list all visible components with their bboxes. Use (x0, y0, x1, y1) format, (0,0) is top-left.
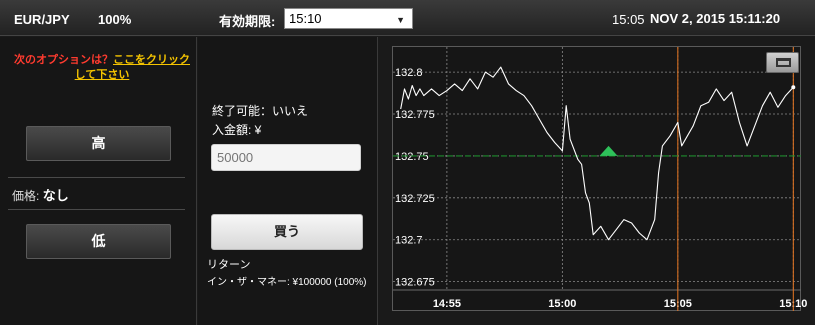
promo-question: 次のオプションは？ (14, 54, 113, 66)
chart-panel: 132.8 132.775 132.75 132.725 132.7 132.675 14:… (379, 37, 815, 325)
y-tick-label: 132.7 (395, 235, 423, 247)
high-button[interactable]: 高 (26, 126, 171, 161)
last-price-dot (791, 85, 796, 90)
early-close-value: いいえ (272, 104, 309, 118)
chevron-down-icon: ▼ (396, 15, 405, 25)
x-tick-label: 14:55 (433, 298, 461, 310)
early-close-row: 終了可能：いいえ (212, 102, 308, 119)
current-chart-time: 15:05 (612, 12, 645, 27)
divider (8, 177, 185, 178)
expiry-select-value: 15:10 (289, 11, 322, 26)
price-chart[interactable]: 132.8 132.775 132.75 132.725 132.7 132.675 14:… (379, 37, 815, 325)
y-tick-label: 132.675 (395, 277, 435, 289)
price-series-line (400, 66, 794, 241)
entry-up-arrow-icon (599, 145, 618, 156)
expiry-label: 有効期限: (219, 14, 276, 29)
divider (8, 209, 185, 210)
currency-pair: EUR/JPY (14, 12, 70, 27)
deposit-label: 入金額: ¥ (212, 123, 262, 137)
low-button[interactable]: 低 (26, 224, 171, 259)
y-tick-label: 132.75 (395, 151, 429, 163)
y-tick-label: 132.775 (395, 109, 435, 121)
x-tick-label: 15:00 (548, 298, 576, 310)
payout-rate: 100% (98, 12, 132, 27)
early-close-label: 終了可能： (212, 104, 273, 118)
return-value: イン・ザ・マネー: ¥100000 (100%) (207, 277, 367, 288)
chart-type-toggle[interactable] (766, 52, 799, 73)
return-label: リターン (207, 259, 251, 271)
top-bar: EUR/JPY 100% 有効期限: 15:10 ▼ 15:05 NOV 2, … (0, 0, 815, 36)
y-tick-label: 132.8 (395, 67, 423, 79)
price-row: 価格: なし (12, 185, 69, 204)
next-option-promo: 次のオプションは？ここをクリックして下さい (12, 53, 192, 83)
expiry-select[interactable]: 15:10 ▼ (284, 8, 413, 29)
buy-button[interactable]: 買う (211, 214, 363, 250)
price-value: なし (42, 188, 69, 203)
amount-input[interactable] (211, 144, 361, 171)
y-tick-label: 132.725 (395, 193, 435, 205)
server-clock: NOV 2, 2015 15:11:20 (650, 11, 781, 26)
chart-window-icon (776, 58, 791, 67)
direction-panel: 次のオプションは？ここをクリックして下さい 高 価格: なし 低 (0, 37, 197, 325)
price-label: 価格: (12, 189, 40, 203)
order-panel: 終了可能：いいえ 入金額: ¥ 買う リターン イン・ザ・マネー: ¥10000… (198, 37, 378, 325)
